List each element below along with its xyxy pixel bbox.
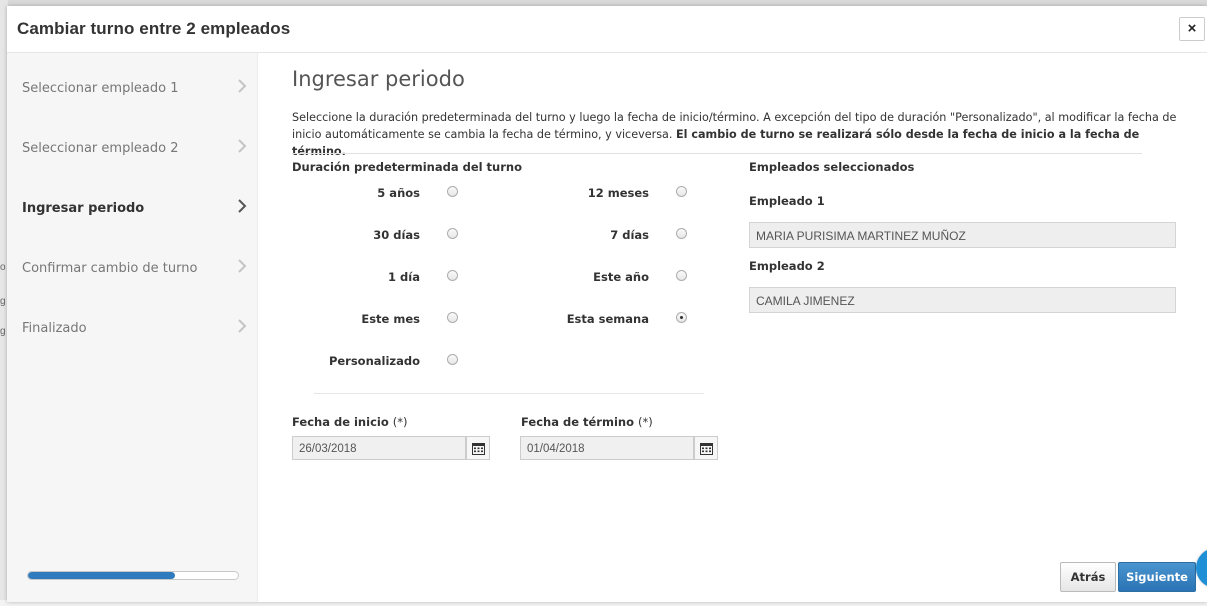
duration-option-5-years[interactable]: 5 años [292,186,458,200]
step-content: Ingresar periodo Seleccione la duración … [292,53,1196,602]
label-text: Fecha de término [521,415,634,429]
next-button[interactable]: Siguiente [1118,562,1196,592]
option-label: 12 meses [587,186,649,200]
duration-option-custom[interactable]: Personalizado [292,354,458,368]
employee-1-label: Empleado 1 [749,194,825,208]
radio-button[interactable] [447,312,458,323]
duration-option-7-days[interactable]: 7 días [521,228,687,242]
selected-employees-title: Empleados seleccionados [749,160,915,174]
section-title: Ingresar periodo [292,67,465,91]
step-label: Seleccionar empleado 2 [22,141,179,156]
step-confirm-shift-change[interactable]: Confirmar cambio de turno [22,253,247,283]
background-text: g [0,296,6,307]
progress-fill [28,572,175,579]
start-date-label: Fecha de inicio (*) [292,415,407,429]
radio-button[interactable] [676,270,687,281]
option-label: Este mes [361,312,420,326]
calendar-icon [472,443,485,455]
duration-option-30-days[interactable]: 30 días [292,228,458,242]
step-label: Ingresar periodo [22,201,145,216]
radio-button[interactable] [447,228,458,239]
option-label: Personalizado [328,354,420,368]
step-select-employee-1[interactable]: Seleccionar empleado 1 [22,73,247,103]
option-label: 5 años [377,186,420,200]
end-date-label: Fecha de término (*) [521,415,653,429]
background-text: g [0,326,6,337]
chevron-right-icon [238,139,247,153]
wizard-sidebar: Seleccionar empleado 1 Seleccionar emple… [7,53,258,602]
step-enter-period[interactable]: Ingresar periodo [22,193,247,223]
duration-option-1-day[interactable]: 1 día [292,270,458,284]
duration-option-12-months[interactable]: 12 meses [521,186,687,200]
divider [314,393,704,394]
duration-title: Duración predeterminada del turno [292,160,523,174]
duration-option-this-month[interactable]: Este mes [292,312,458,326]
radio-button[interactable] [447,354,458,365]
chevron-right-icon [238,79,247,93]
step-label: Confirmar cambio de turno [22,261,198,276]
end-date-calendar-button[interactable] [694,436,718,460]
radio-button[interactable] [447,186,458,197]
chevron-right-icon [238,259,247,273]
radio-button-checked[interactable] [676,312,687,323]
radio-button[interactable] [447,270,458,281]
duration-option-this-week[interactable]: Esta semana [521,312,687,326]
employee-1-field: MARIA PURISIMA MARTINEZ MUÑOZ [749,222,1176,248]
modal-title: Cambiar turno entre 2 empleados [17,19,291,38]
label-text: Fecha de inicio [292,415,389,429]
step-finished[interactable]: Finalizado [22,313,247,343]
calendar-icon [700,443,713,455]
divider [292,153,1142,154]
back-button[interactable]: Atrás [1060,562,1116,592]
employee-2-label: Empleado 2 [749,259,825,273]
chevron-right-icon [238,319,247,333]
duration-option-this-year[interactable]: Este año [521,270,687,284]
start-date-input[interactable]: 26/03/2018 [292,436,466,460]
option-label: 1 día [388,270,420,284]
radio-button[interactable] [676,228,687,239]
required-marker: (*) [638,415,653,429]
start-date-calendar-button[interactable] [466,436,490,460]
close-button[interactable]: × [1179,17,1205,41]
wizard-progress-bar [27,571,239,580]
required-marker: (*) [392,415,408,429]
radio-button[interactable] [676,186,687,197]
employee-2-field: CAMILA JIMENEZ [749,287,1176,313]
change-shift-modal: Cambiar turno entre 2 empleados × Selecc… [7,6,1207,602]
chevron-right-icon [238,199,247,213]
modal-header: Cambiar turno entre 2 empleados × [7,6,1207,53]
option-label: 30 días [373,228,420,242]
background-text: o [0,262,6,273]
step-label: Seleccionar empleado 1 [22,81,179,96]
step-label: Finalizado [22,321,87,336]
end-date-input[interactable]: 01/04/2018 [520,436,694,460]
option-label: Este año [593,270,649,284]
option-label: 7 días [610,228,649,242]
option-label: Esta semana [566,312,649,326]
step-select-employee-2[interactable]: Seleccionar empleado 2 [22,133,247,163]
